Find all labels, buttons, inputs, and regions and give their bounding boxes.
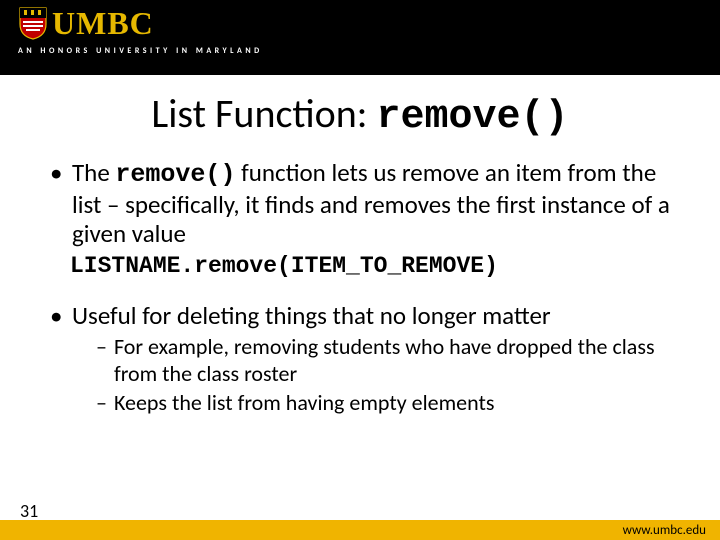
footer-bar xyxy=(0,520,720,540)
logo: UMBC AN HONORS UNIVERSITY IN MARYLAND xyxy=(18,6,720,56)
bullet-item: The remove() function lets us remove an … xyxy=(50,158,680,249)
tagline-prefix: AN HONORS UNIVERSITY xyxy=(18,46,171,56)
footer-url: www.umbc.edu xyxy=(623,523,706,538)
content: The remove() function lets us remove an … xyxy=(0,158,720,416)
code-line: LISTNAME.remove(ITEM_TO_REMOVE) xyxy=(70,253,680,279)
spacer xyxy=(50,279,680,301)
tagline-suffix: IN MARYLAND xyxy=(176,46,263,56)
text-run: The xyxy=(72,157,115,188)
bullet-list: The remove() function lets us remove an … xyxy=(50,158,680,249)
sub-item: For example, removing students who have … xyxy=(96,334,680,388)
logo-top: UMBC xyxy=(18,6,720,40)
page-number: 31 xyxy=(20,500,38,522)
title-prefix: List Function: xyxy=(151,89,376,138)
slide-title: List Function: remove() xyxy=(0,89,720,140)
bullet-item: Useful for deleting things that no longe… xyxy=(50,301,680,417)
text-run-mono: remove() xyxy=(115,160,235,189)
sub-item: Keeps the list from having empty element… xyxy=(96,390,680,417)
title-code: remove() xyxy=(377,95,569,140)
text-run: Useful for deleting things that no longe… xyxy=(72,300,551,331)
sub-list: For example, removing students who have … xyxy=(96,334,680,416)
bullet-list: Useful for deleting things that no longe… xyxy=(50,301,680,417)
shield-icon xyxy=(18,6,48,40)
slide: UMBC AN HONORS UNIVERSITY IN MARYLAND Li… xyxy=(0,0,720,540)
logo-text: UMBC xyxy=(52,7,154,39)
header-bar: UMBC AN HONORS UNIVERSITY IN MARYLAND xyxy=(0,0,720,75)
tagline: AN HONORS UNIVERSITY IN MARYLAND xyxy=(18,46,720,56)
